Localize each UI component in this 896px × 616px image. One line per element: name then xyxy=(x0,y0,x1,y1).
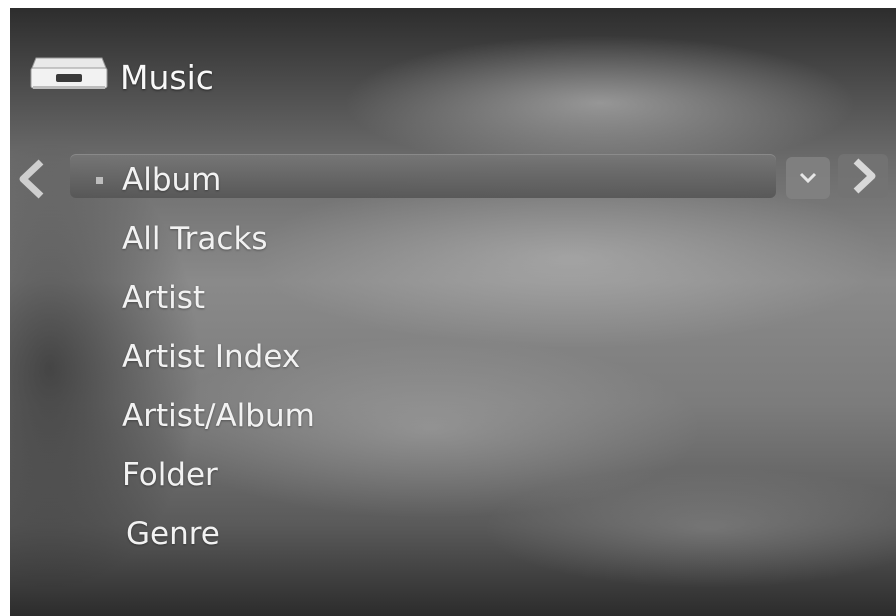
menu-item-album[interactable]: Album xyxy=(122,158,221,202)
next-button[interactable] xyxy=(838,154,888,198)
menu-item-genre[interactable]: Genre xyxy=(126,512,220,556)
menu-item-artist-index[interactable]: Artist Index xyxy=(122,335,300,379)
menu-item-artist-album[interactable]: Artist/Album xyxy=(122,394,315,438)
media-screen: Music Album All Tracks Artist Artist Ind… xyxy=(10,8,896,616)
menu-item-artist[interactable]: Artist xyxy=(122,276,205,320)
menu-item-folder[interactable]: Folder xyxy=(122,453,218,497)
page-title: Music xyxy=(120,58,214,97)
previous-button[interactable] xyxy=(14,158,48,200)
selected-bullet xyxy=(96,177,103,184)
chevron-down-icon xyxy=(799,172,817,184)
drive-icon xyxy=(30,57,108,89)
dropdown-button[interactable] xyxy=(786,157,830,199)
chevron-left-icon xyxy=(19,159,44,199)
header: Music xyxy=(28,48,214,97)
chevron-right-icon xyxy=(853,158,876,194)
menu-item-all-tracks[interactable]: All Tracks xyxy=(122,217,268,261)
